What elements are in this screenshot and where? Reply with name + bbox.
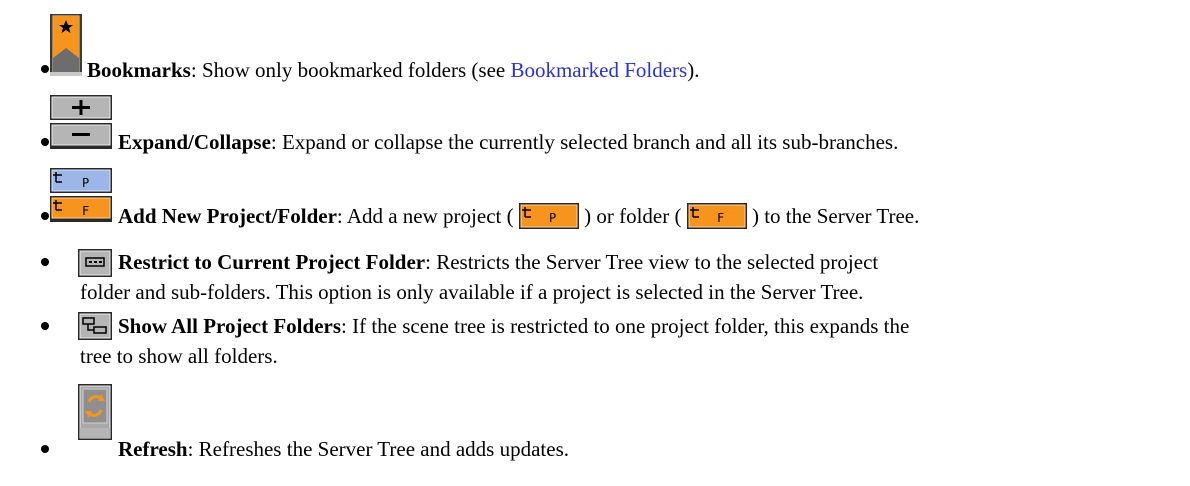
- bullet: [41, 138, 49, 146]
- add-project-folder-icon: P F: [50, 168, 112, 222]
- list-item-text: Restrict to Current Project Folder: Rest…: [118, 250, 878, 274]
- list-item-text: Bookmarks: Show only bookmarked folders …: [87, 58, 699, 82]
- list-item-text-continued: tree to show all folders.: [80, 344, 278, 368]
- description: : Refreshes the Server Tree and adds upd…: [187, 437, 569, 461]
- list-item-text: Show All Project Folders: If the scene t…: [118, 314, 909, 338]
- description-line-2: tree to show all folders.: [80, 344, 278, 368]
- svg-text:P: P: [549, 211, 556, 225]
- restrict-folder-icon: [78, 249, 112, 277]
- description-end: ).: [687, 58, 700, 82]
- expand-collapse-icon: [50, 95, 112, 149]
- bullet: [41, 445, 49, 453]
- bullet: [41, 322, 49, 330]
- term: Bookmarks: [87, 58, 191, 82]
- bullet: [41, 65, 49, 73]
- bullet: [41, 258, 49, 266]
- term: Expand/Collapse: [118, 130, 271, 154]
- bullet: [41, 212, 49, 220]
- feature-list: Bookmarks: Show only bookmarked folders …: [0, 0, 1190, 486]
- svg-text:F: F: [82, 204, 89, 218]
- term: Add New Project/Folder: [118, 204, 337, 228]
- list-item-text-continued: folder and sub-folders. This option is o…: [80, 280, 863, 304]
- term: Restrict to Current Project Folder: [118, 250, 426, 274]
- list-item-text: Expand/Collapse: Expand or collapse the …: [118, 130, 898, 154]
- description: : Restricts the Server Tree view to the …: [425, 250, 879, 274]
- description-end: ) to the Server Tree.: [751, 204, 920, 228]
- svg-text:P: P: [82, 176, 89, 190]
- new-project-icon: P: [518, 203, 579, 234]
- description: : Show only bookmarked folders (see: [190, 58, 511, 82]
- description: : Add a new project (: [336, 204, 514, 228]
- svg-text:F: F: [717, 211, 724, 225]
- list-item-text: Add New Project/Folder: Add a new projec…: [118, 203, 919, 234]
- term: Refresh: [118, 437, 188, 461]
- term: Show All Project Folders: [118, 314, 342, 338]
- description-mid: ) or folder (: [584, 204, 682, 228]
- show-all-folders-icon: [78, 312, 112, 340]
- description: : If the scene tree is restricted to one…: [341, 314, 910, 338]
- bookmark-icon: [50, 14, 82, 76]
- list-item-text: Refresh: Refreshes the Server Tree and a…: [118, 437, 569, 461]
- bookmarked-folders-link[interactable]: Bookmarked Folders: [510, 58, 687, 82]
- new-folder-icon: F: [686, 203, 747, 234]
- description: : Expand or collapse the currently selec…: [270, 130, 899, 154]
- description-line-2: folder and sub-folders. This option is o…: [80, 280, 864, 304]
- refresh-icon: [78, 384, 112, 440]
